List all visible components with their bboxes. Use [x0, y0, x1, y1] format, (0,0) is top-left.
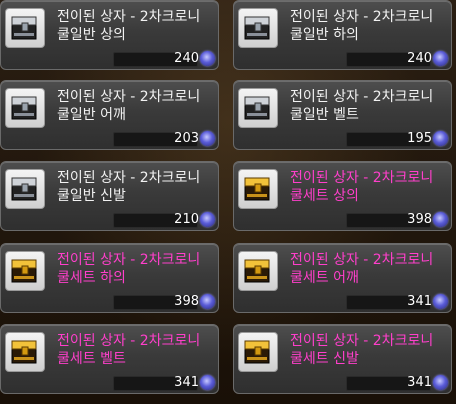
gold-treasure-box-icon [238, 251, 278, 291]
gold-treasure-box-icon [238, 332, 278, 372]
item-subtitle: 쿨일반 상의 [57, 27, 126, 43]
item-grid: 전이된 상자 - 2차크로니 쿨일반 상의 240 전이된 상자 - 2차크로니… [0, 0, 456, 404]
item-price: 341 [407, 294, 432, 309]
item-price: 398 [174, 294, 199, 309]
item-title: 전이된 상자 - 2차크로니 [290, 252, 434, 268]
crystal-orb-icon [200, 294, 215, 309]
item-card[interactable]: 전이된 상자 - 2차크로니 쿨일반 신발 210 [0, 161, 219, 231]
item-card[interactable]: 전이된 상자 - 2차크로니 쿨일반 상의 240 [0, 0, 219, 70]
crystal-orb-icon [433, 51, 448, 66]
item-subtitle: 쿨세트 상의 [290, 188, 359, 204]
item-card[interactable]: 전이된 상자 - 2차크로니 쿨세트 벨트 341 [0, 324, 219, 394]
item-price: 240 [174, 51, 199, 66]
item-card[interactable]: 전이된 상자 - 2차크로니 쿨세트 신발 341 [233, 324, 452, 394]
silver-treasure-box-icon [5, 88, 45, 128]
item-price: 398 [407, 212, 432, 227]
item-title: 전이된 상자 - 2차크로니 [290, 333, 434, 349]
silver-treasure-box-icon [5, 8, 45, 48]
item-subtitle: 쿨세트 하의 [57, 270, 126, 286]
item-card[interactable]: 전이된 상자 - 2차크로니 쿨세트 하의 398 [0, 243, 219, 313]
crystal-orb-icon [433, 375, 448, 390]
item-price: 203 [174, 131, 199, 146]
item-card[interactable]: 전이된 상자 - 2차크로니 쿨세트 어깨 341 [233, 243, 452, 313]
item-subtitle: 쿨세트 어깨 [290, 270, 359, 286]
item-title: 전이된 상자 - 2차크로니 [290, 89, 434, 105]
item-title: 전이된 상자 - 2차크로니 [57, 252, 201, 268]
crystal-orb-icon [200, 212, 215, 227]
crystal-orb-icon [433, 212, 448, 227]
item-subtitle: 쿨일반 신발 [57, 188, 126, 204]
crystal-orb-icon [200, 51, 215, 66]
item-subtitle: 쿨일반 벨트 [290, 107, 359, 123]
gold-treasure-box-icon [5, 332, 45, 372]
item-title: 전이된 상자 - 2차크로니 [290, 170, 434, 186]
item-card[interactable]: 전이된 상자 - 2차크로니 쿨일반 하의 240 [233, 0, 452, 70]
item-price: 210 [174, 212, 199, 227]
item-price: 341 [174, 375, 199, 390]
gold-treasure-box-icon [238, 169, 278, 209]
item-title: 전이된 상자 - 2차크로니 [57, 170, 201, 186]
item-subtitle: 쿨세트 벨트 [57, 351, 126, 367]
crystal-orb-icon [433, 131, 448, 146]
gold-treasure-box-icon [5, 251, 45, 291]
silver-treasure-box-icon [238, 88, 278, 128]
item-card[interactable]: 전이된 상자 - 2차크로니 쿨일반 벨트 195 [233, 80, 452, 150]
item-price: 195 [407, 131, 432, 146]
crystal-orb-icon [200, 131, 215, 146]
item-card[interactable]: 전이된 상자 - 2차크로니 쿨세트 상의 398 [233, 161, 452, 231]
item-price: 341 [407, 375, 432, 390]
item-title: 전이된 상자 - 2차크로니 [57, 333, 201, 349]
crystal-orb-icon [200, 375, 215, 390]
silver-treasure-box-icon [238, 8, 278, 48]
item-title: 전이된 상자 - 2차크로니 [57, 9, 201, 25]
item-card[interactable]: 전이된 상자 - 2차크로니 쿨일반 어깨 203 [0, 80, 219, 150]
item-title: 전이된 상자 - 2차크로니 [57, 89, 201, 105]
crystal-orb-icon [433, 294, 448, 309]
item-price: 240 [407, 51, 432, 66]
item-title: 전이된 상자 - 2차크로니 [290, 9, 434, 25]
item-subtitle: 쿨세트 신발 [290, 351, 359, 367]
item-subtitle: 쿨일반 어깨 [57, 107, 126, 123]
item-subtitle: 쿨일반 하의 [290, 27, 359, 43]
silver-treasure-box-icon [5, 169, 45, 209]
